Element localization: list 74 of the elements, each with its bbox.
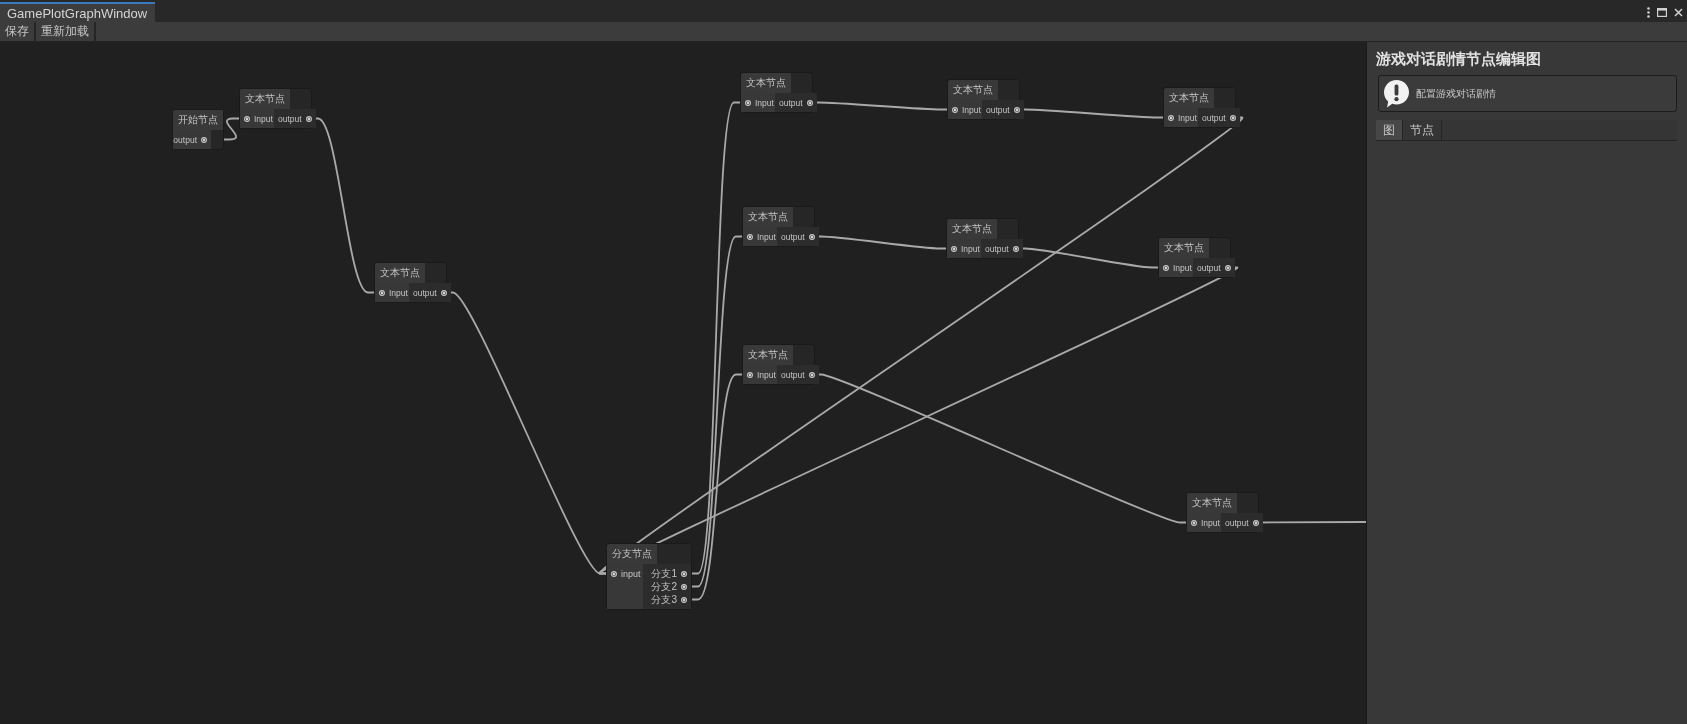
- output-port[interactable]: output: [274, 109, 316, 128]
- help-text: 配置游戏对话剧情: [1416, 86, 1496, 101]
- connection-line: [223, 117, 240, 141]
- node-title: 文本节点: [1187, 493, 1237, 513]
- node-title: 文本节点: [743, 207, 793, 227]
- port-dot-icon: [1224, 264, 1231, 271]
- port-dot-icon: [806, 99, 813, 106]
- input-port[interactable]: input: [607, 567, 643, 580]
- maximize-icon[interactable]: [1657, 7, 1667, 17]
- port-dot-icon: [747, 371, 753, 378]
- window-tab[interactable]: GamePlotGraphWindow: [0, 2, 155, 22]
- port-dot-icon: [305, 115, 312, 122]
- input-port[interactable]: Input: [240, 109, 274, 128]
- port-dot-icon: [440, 289, 447, 296]
- exclamation-bubble-icon: [1383, 79, 1410, 108]
- node-title: 文本节点: [1159, 238, 1209, 258]
- node-title: 文本节点: [240, 89, 290, 109]
- port-dot-icon: [952, 106, 958, 113]
- port-dot-icon: [1168, 114, 1174, 121]
- output-port[interactable]: 分支3: [643, 593, 691, 606]
- panel-title: 游戏对话剧情节点编辑图: [1376, 51, 1542, 67]
- port-dot-icon: [745, 99, 751, 106]
- output-port[interactable]: output: [777, 227, 819, 246]
- node-title: 分支节点: [607, 544, 657, 564]
- output-port[interactable]: output: [982, 100, 1024, 119]
- input-port[interactable]: Input: [947, 239, 981, 258]
- output-port[interactable]: output: [775, 93, 817, 112]
- node-title: 开始节点: [173, 110, 223, 130]
- port-dot-icon: [681, 583, 687, 590]
- node-title: 文本节点: [375, 263, 425, 283]
- output-port[interactable]: output: [777, 365, 819, 384]
- panel-tab[interactable]: 节点: [1403, 120, 1442, 140]
- port-dot-icon: [681, 570, 687, 577]
- output-port[interactable]: 分支1: [643, 567, 691, 580]
- graph-node[interactable]: 分支节点 input 分支1 分支2 分支3: [606, 543, 692, 610]
- port-dot-icon: [1191, 519, 1197, 526]
- output-port[interactable]: output: [981, 239, 1023, 258]
- port-dot-icon: [1229, 114, 1236, 121]
- panel-tab[interactable]: 图: [1376, 120, 1403, 140]
- node-title: 文本节点: [948, 80, 998, 100]
- port-dot-icon: [1013, 106, 1020, 113]
- more-options-icon[interactable]: [1647, 6, 1650, 18]
- node-title: 文本节点: [947, 219, 997, 239]
- input-port[interactable]: Input: [1164, 108, 1198, 127]
- output-port[interactable]: output: [1193, 258, 1235, 277]
- port-dot-icon: [611, 570, 617, 577]
- output-port[interactable]: output: [1221, 513, 1263, 532]
- output-port[interactable]: output: [173, 130, 211, 149]
- port-dot-icon: [1252, 519, 1259, 526]
- input-port[interactable]: Input: [743, 227, 777, 246]
- input-port[interactable]: Input: [743, 365, 777, 384]
- port-dot-icon: [808, 371, 815, 378]
- close-icon[interactable]: [1674, 7, 1683, 17]
- port-dot-icon: [379, 289, 385, 296]
- graph-node[interactable]: 开始节点 output: [172, 109, 224, 150]
- node-title: 文本节点: [741, 73, 791, 93]
- node-title: 文本节点: [743, 345, 793, 365]
- output-port[interactable]: output: [409, 283, 451, 302]
- input-port[interactable]: Input: [1187, 513, 1221, 532]
- input-port[interactable]: Input: [741, 93, 775, 112]
- port-dot-icon: [201, 136, 207, 143]
- port-dot-icon: [747, 233, 753, 240]
- port-dot-icon: [244, 115, 250, 122]
- input-port[interactable]: Input: [948, 100, 982, 119]
- port-dot-icon: [951, 245, 957, 252]
- node-title: 文本节点: [1164, 88, 1214, 108]
- port-dot-icon: [1012, 245, 1019, 252]
- output-port[interactable]: output: [1198, 108, 1240, 127]
- input-port[interactable]: Input: [375, 283, 409, 302]
- input-port[interactable]: Input: [1159, 258, 1193, 277]
- port-dot-icon: [1163, 264, 1169, 271]
- port-dot-icon: [808, 233, 815, 240]
- output-port[interactable]: 分支2: [643, 580, 691, 593]
- port-dot-icon: [681, 596, 687, 603]
